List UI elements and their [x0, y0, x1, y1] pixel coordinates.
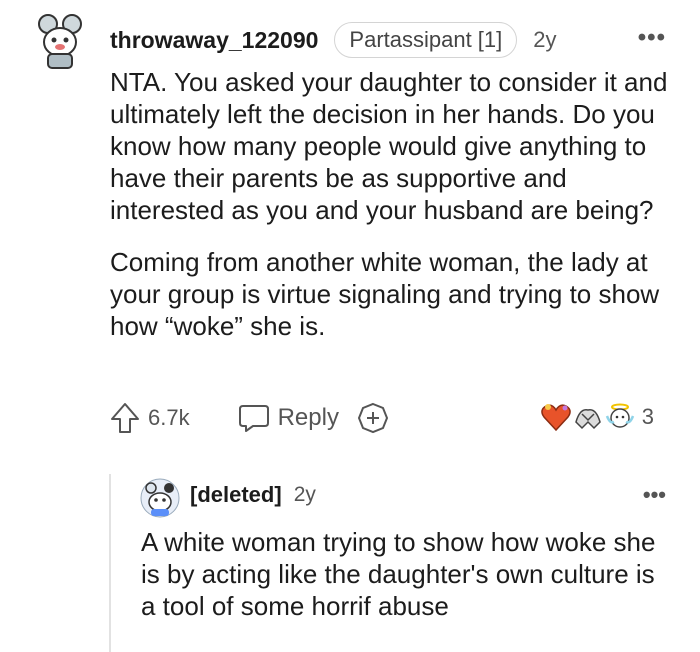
reply-body: A white woman trying to show how woke sh…: [141, 527, 656, 621]
comment-paragraph: Coming from another white woman, the lad…: [110, 247, 660, 341]
comment-header: throwaway_122090 Partassipant [1] 2y: [110, 22, 557, 58]
reply-bubble-icon: [238, 405, 269, 432]
thread-line[interactable]: [109, 474, 111, 652]
upvote-arrow-icon: [111, 403, 139, 433]
username[interactable]: [deleted]: [190, 482, 282, 508]
heart-award-icon: [540, 404, 571, 432]
awards[interactable]: 3: [540, 402, 654, 432]
hands-award-icon: [574, 409, 601, 430]
upvote-button[interactable]: 6.7k: [110, 402, 190, 434]
more-options-icon[interactable]: •••: [643, 482, 666, 508]
avatar[interactable]: [140, 478, 180, 518]
comment-paragraph: NTA. You asked your daughter to consider…: [110, 67, 668, 225]
give-award-button[interactable]: [357, 402, 389, 434]
user-flair: Partassipant [1]: [334, 22, 518, 58]
comment-body: NTA. You asked your daughter to consider…: [110, 66, 670, 362]
comment-age: 2y: [533, 27, 557, 52]
vote-count: 6.7k: [148, 405, 190, 430]
award-plus-icon: [357, 402, 389, 434]
more-options-icon[interactable]: •••: [638, 24, 666, 52]
reply-button[interactable]: Reply: [238, 403, 339, 433]
award-count: 3: [641, 404, 654, 429]
reply-header: [deleted] 2y: [190, 482, 316, 508]
avatar[interactable]: [34, 12, 86, 70]
angel-award-icon: [605, 403, 634, 428]
comment-age: 2y: [293, 483, 316, 506]
reply-label: Reply: [277, 404, 339, 431]
username[interactable]: throwaway_122090: [110, 27, 318, 54]
